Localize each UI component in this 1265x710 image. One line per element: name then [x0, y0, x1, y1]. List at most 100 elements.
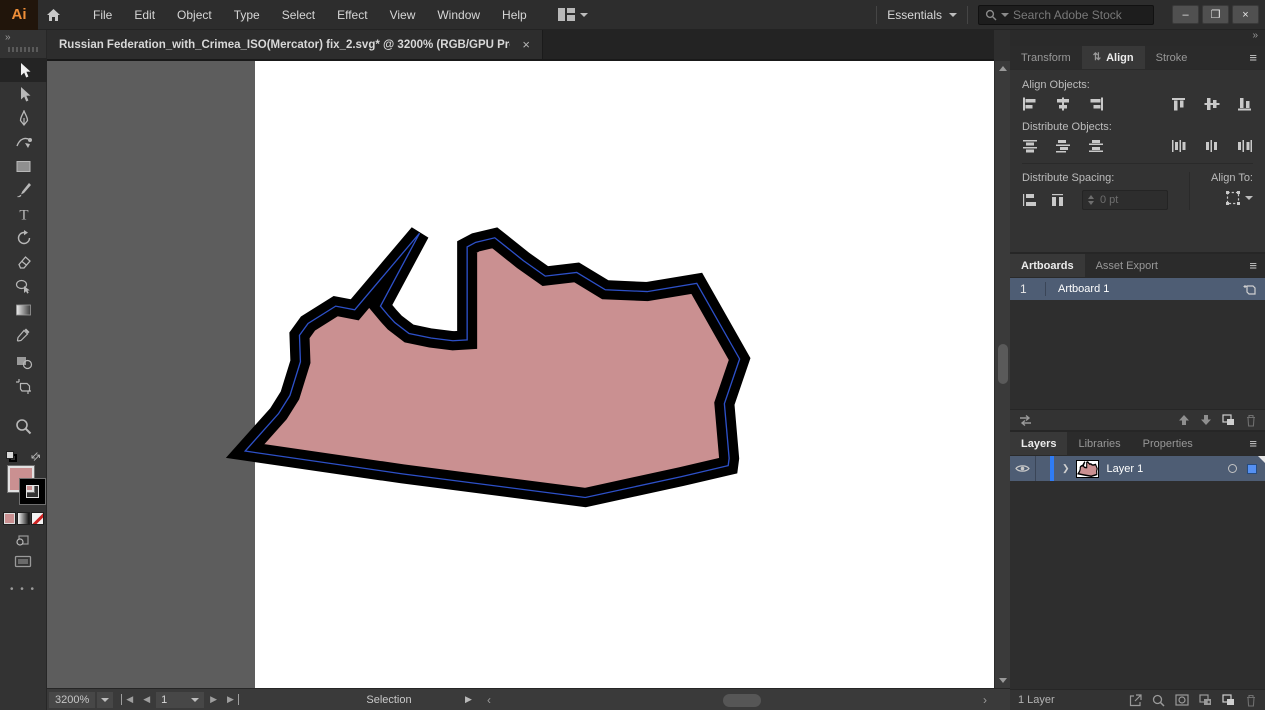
- artboard-tool[interactable]: [0, 374, 47, 398]
- align-to-button[interactable]: [1198, 190, 1253, 205]
- new-artboard-icon[interactable]: [1222, 414, 1235, 426]
- maximize-button[interactable]: ❐: [1202, 5, 1229, 24]
- map-shape[interactable]: [245, 233, 739, 497]
- previous-artboard-button[interactable]: ◀: [139, 694, 154, 705]
- layer-thumbnail[interactable]: [1076, 460, 1099, 478]
- panel-menu-icon[interactable]: ≡: [1241, 254, 1265, 277]
- toolbar-expand-icon[interactable]: »: [0, 30, 46, 43]
- distribute-top-button[interactable]: [1022, 139, 1038, 153]
- menu-edit[interactable]: Edit: [123, 8, 166, 22]
- menu-view[interactable]: View: [379, 8, 427, 22]
- vertical-scrollbar[interactable]: [994, 61, 1010, 688]
- align-top-button[interactable]: [1171, 97, 1187, 111]
- target-circle-icon[interactable]: [1228, 464, 1237, 473]
- curvature-tool[interactable]: [0, 130, 47, 154]
- swap-fill-stroke-icon[interactable]: ⇆: [28, 448, 44, 464]
- align-vertical-center-button[interactable]: [1204, 97, 1220, 111]
- delete-artboard-icon[interactable]: [1245, 414, 1257, 427]
- align-left-button[interactable]: [1022, 97, 1038, 111]
- artboard-name[interactable]: Artboard 1: [1046, 283, 1243, 295]
- menu-object[interactable]: Object: [166, 8, 223, 22]
- collect-for-export-icon[interactable]: [1129, 694, 1142, 707]
- menu-type[interactable]: Type: [223, 8, 271, 22]
- minimize-button[interactable]: –: [1172, 5, 1199, 24]
- pen-tool[interactable]: [0, 106, 47, 130]
- symbol-tool[interactable]: [0, 350, 47, 374]
- selection-proxy-icon[interactable]: [1247, 464, 1257, 474]
- menu-window[interactable]: Window: [426, 8, 491, 22]
- stroke-color-swatch[interactable]: [20, 479, 45, 504]
- expand-layer-chevron-icon[interactable]: ❯: [1054, 463, 1076, 474]
- scroll-left-icon[interactable]: ‹: [481, 693, 497, 707]
- status-options-icon[interactable]: ▶: [465, 694, 472, 705]
- tab-asset-export[interactable]: Asset Export: [1085, 254, 1169, 277]
- move-down-icon[interactable]: [1200, 414, 1212, 426]
- menu-select[interactable]: Select: [271, 8, 326, 22]
- shape-builder-tool[interactable]: [0, 274, 47, 298]
- artboard-options-icon[interactable]: [1243, 283, 1265, 296]
- menu-effect[interactable]: Effect: [326, 8, 378, 22]
- workspace-switcher[interactable]: Essentials: [887, 8, 957, 22]
- new-sublayer-icon[interactable]: [1199, 694, 1212, 706]
- tab-artboards[interactable]: Artboards: [1010, 254, 1085, 277]
- gradient-button[interactable]: [17, 512, 30, 525]
- layer-name[interactable]: Layer 1: [1099, 463, 1228, 475]
- close-tab-icon[interactable]: ×: [522, 37, 530, 52]
- zoom-dropdown-chevron-icon[interactable]: [97, 692, 113, 708]
- new-layer-icon[interactable]: [1222, 694, 1235, 706]
- home-icon[interactable]: [38, 0, 68, 30]
- eraser-tool[interactable]: [0, 250, 47, 274]
- toolbar-grip[interactable]: [8, 47, 38, 52]
- last-artboard-button[interactable]: ▶: [223, 694, 239, 705]
- drawing-mode-button[interactable]: [0, 533, 46, 547]
- align-right-button[interactable]: [1088, 97, 1104, 111]
- default-fill-stroke-icon[interactable]: [6, 451, 17, 462]
- document-tab[interactable]: Russian Federation_with_Crimea_ISO(Merca…: [47, 30, 543, 59]
- panel-menu-icon[interactable]: ≡: [1241, 46, 1265, 69]
- tab-stroke[interactable]: Stroke: [1145, 46, 1199, 69]
- rotate-tool[interactable]: [0, 226, 47, 250]
- none-button[interactable]: [31, 512, 44, 525]
- scroll-right-icon[interactable]: ›: [977, 693, 993, 707]
- distribute-right-button[interactable]: [1237, 139, 1253, 153]
- rectangle-tool[interactable]: [0, 154, 47, 178]
- lock-toggle-cell[interactable]: [1036, 456, 1050, 481]
- eyedropper-tool[interactable]: [0, 322, 47, 346]
- visibility-eye-icon[interactable]: [1010, 456, 1036, 481]
- artboard-row[interactable]: 1 Artboard 1: [1010, 278, 1265, 300]
- next-artboard-button[interactable]: ▶: [206, 694, 221, 705]
- arrange-documents-button[interactable]: [552, 8, 594, 21]
- vertical-scroll-thumb[interactable]: [998, 344, 1008, 384]
- menu-file[interactable]: File: [82, 8, 123, 22]
- edit-toolbar-button[interactable]: • • •: [0, 584, 46, 595]
- canvas[interactable]: [47, 61, 994, 688]
- distribute-spacing-field[interactable]: 0 pt: [1082, 190, 1168, 210]
- zoom-tool[interactable]: [0, 414, 47, 438]
- scroll-down-icon[interactable]: [999, 678, 1007, 683]
- tab-layers[interactable]: Layers: [1010, 432, 1067, 455]
- type-tool[interactable]: T: [0, 202, 47, 226]
- layer-row[interactable]: ❯ Layer 1: [1010, 456, 1265, 481]
- screen-mode-button[interactable]: [0, 555, 46, 568]
- move-up-icon[interactable]: [1178, 414, 1190, 426]
- artboard-navigation-field[interactable]: 1: [156, 692, 204, 708]
- close-button[interactable]: ×: [1232, 5, 1259, 24]
- rearrange-artboards-icon[interactable]: [1018, 414, 1033, 427]
- paintbrush-tool[interactable]: [0, 178, 47, 202]
- align-horizontal-center-button[interactable]: [1055, 97, 1071, 111]
- vertical-distribute-space-button[interactable]: [1022, 193, 1038, 207]
- first-artboard-button[interactable]: ◀: [121, 694, 137, 705]
- make-clipping-mask-icon[interactable]: [1175, 694, 1189, 706]
- direct-selection-tool[interactable]: [0, 82, 47, 106]
- tab-transform[interactable]: Transform: [1010, 46, 1082, 69]
- menu-help[interactable]: Help: [491, 8, 538, 22]
- distribute-vertical-center-button[interactable]: [1055, 139, 1071, 153]
- panel-menu-icon[interactable]: ≡: [1241, 432, 1265, 455]
- distribute-horizontal-center-button[interactable]: [1204, 139, 1220, 153]
- distribute-bottom-button[interactable]: [1088, 139, 1104, 153]
- delete-layer-icon[interactable]: [1245, 694, 1257, 707]
- stock-search-input[interactable]: Search Adobe Stock: [978, 5, 1154, 25]
- color-button[interactable]: [3, 512, 16, 525]
- horizontal-distribute-space-button[interactable]: [1050, 193, 1066, 207]
- horizontal-scroll-thumb[interactable]: [723, 694, 761, 707]
